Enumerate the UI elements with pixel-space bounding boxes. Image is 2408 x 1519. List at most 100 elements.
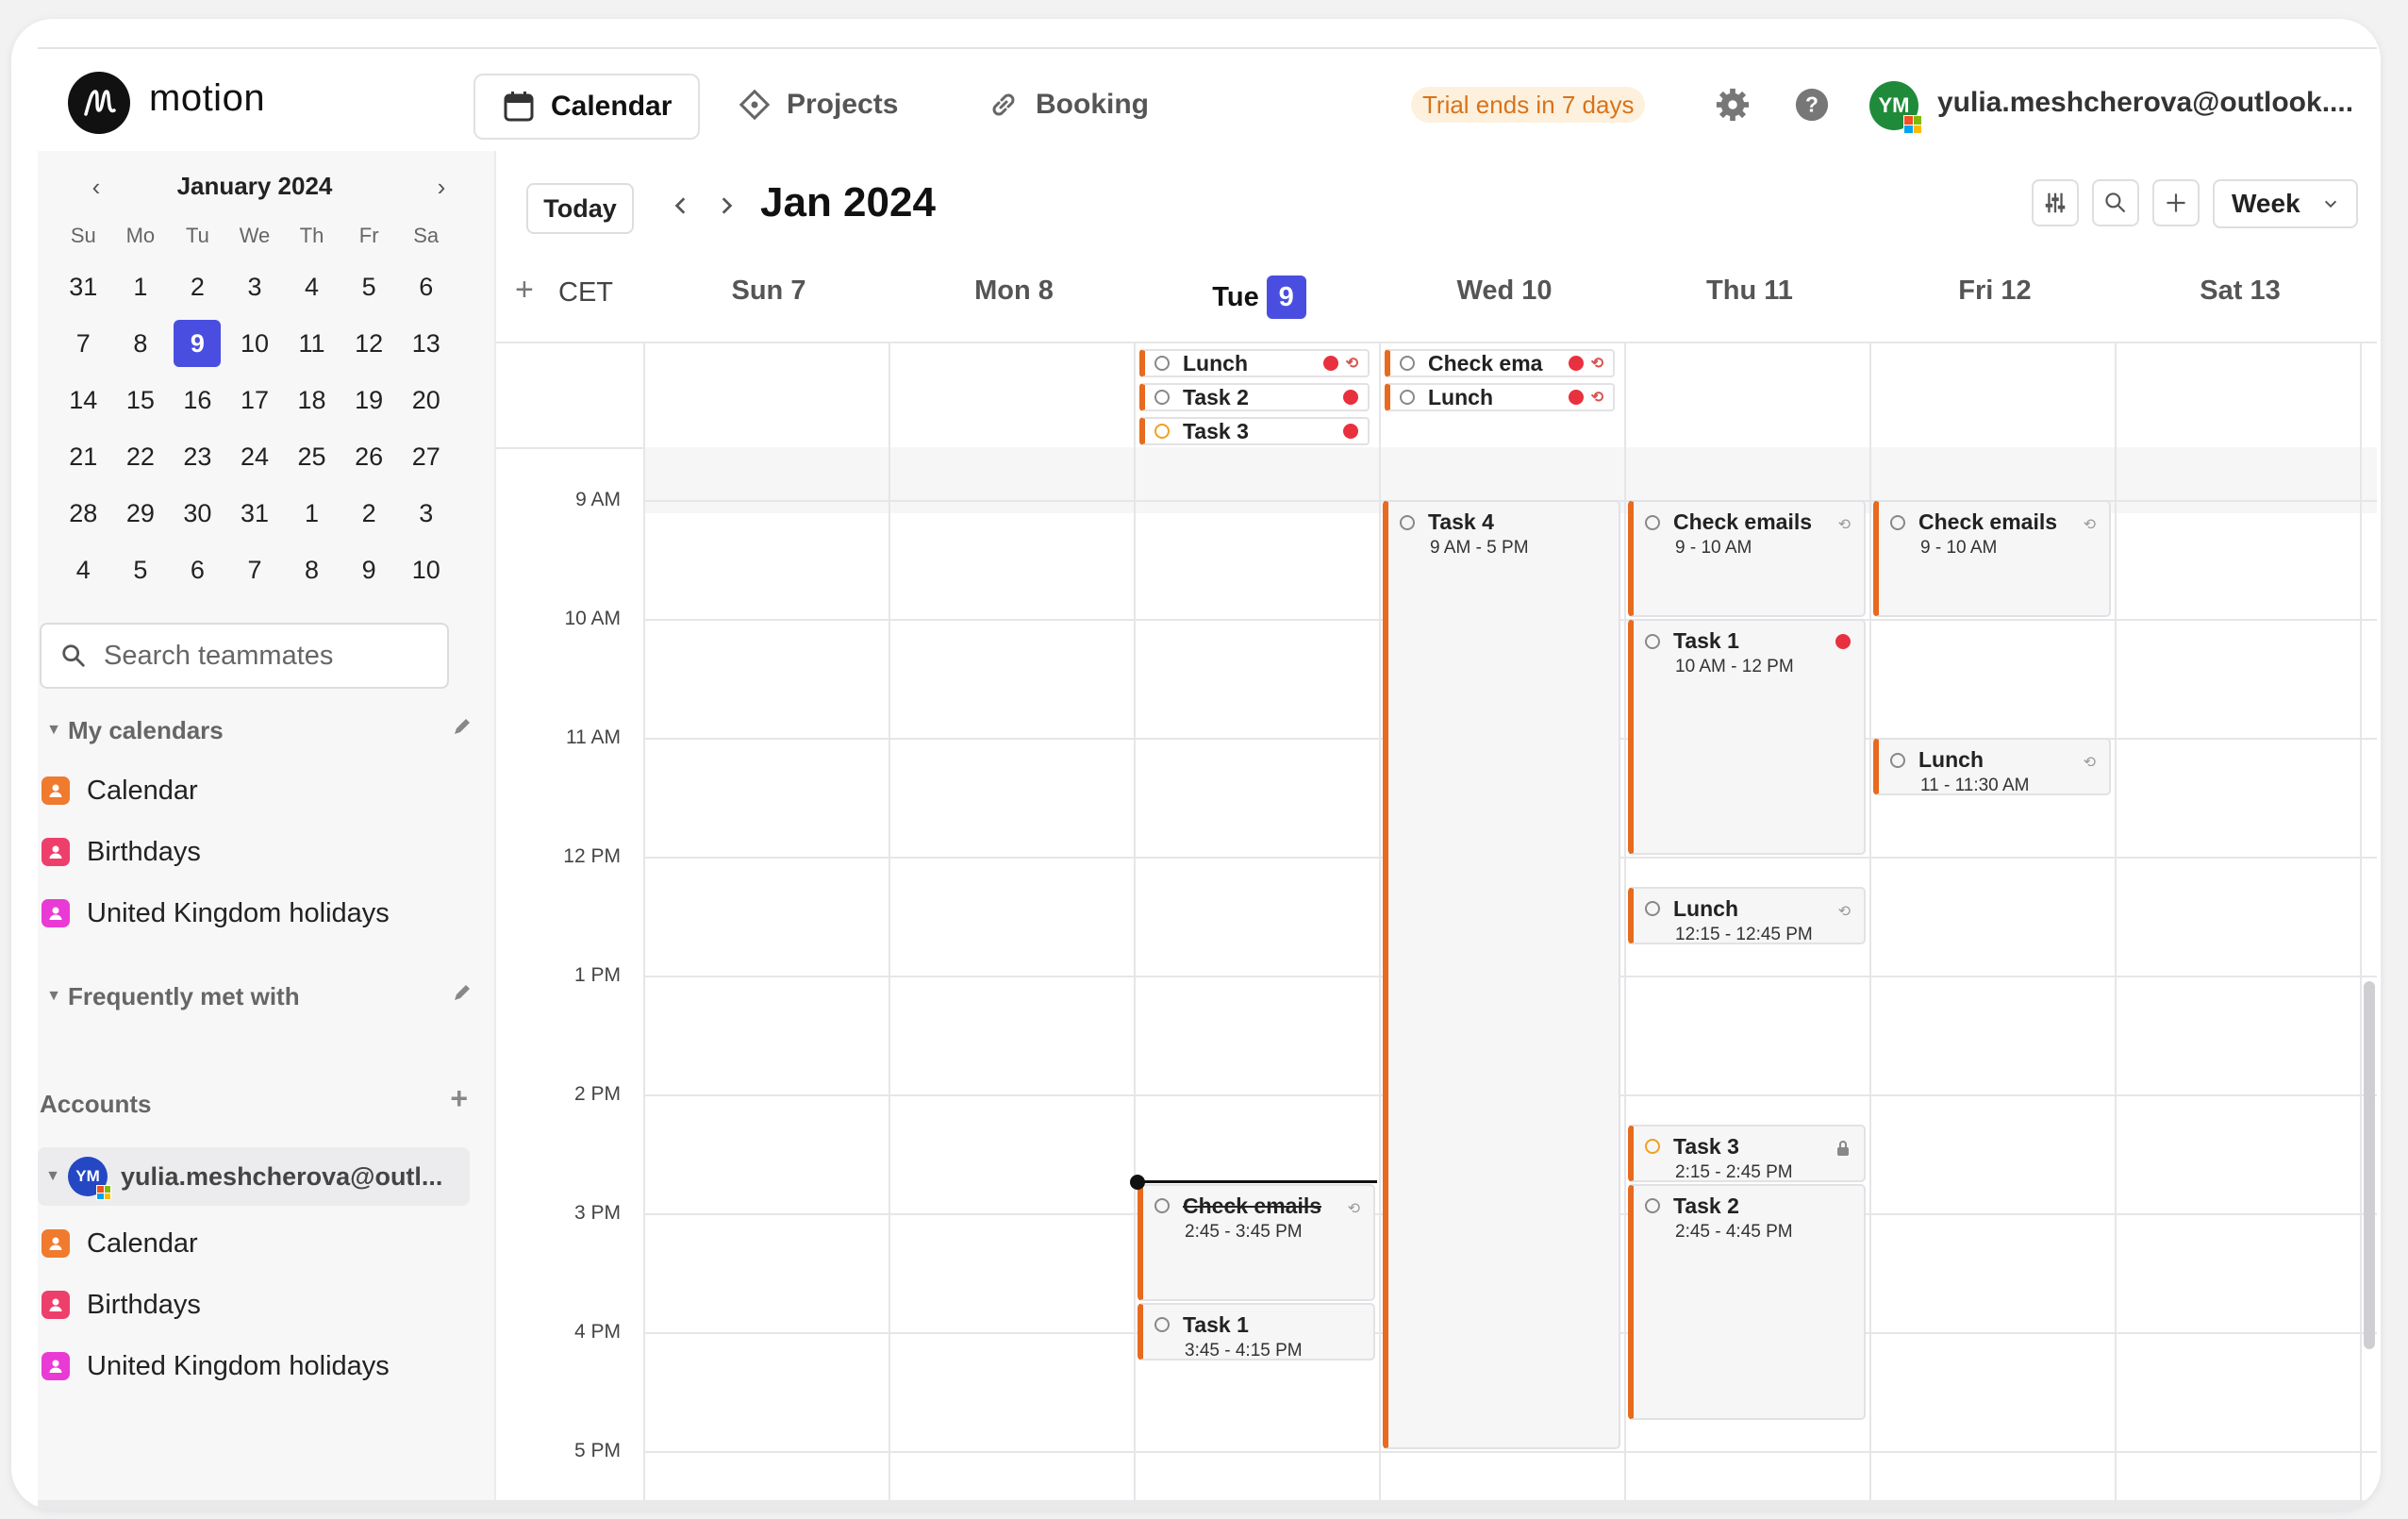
day-header[interactable]: Tue 9 <box>1136 275 1383 319</box>
mini-day[interactable]: 11 <box>283 319 340 368</box>
task-status-circle-icon[interactable] <box>1645 633 1660 649</box>
search-teammates-input[interactable] <box>102 639 426 673</box>
mini-day[interactable]: 19 <box>340 376 398 425</box>
task-status-circle-icon[interactable] <box>1154 424 1170 439</box>
mini-day[interactable]: 24 <box>226 432 284 481</box>
mini-day[interactable]: 21 <box>55 432 112 481</box>
trial-badge[interactable]: Trial ends in 7 days <box>1411 87 1646 123</box>
user-email[interactable]: yulia.meshcherova@outlook.... <box>1937 87 2353 119</box>
task-status-circle-icon[interactable] <box>1154 390 1170 405</box>
day-header[interactable]: Sun 7 <box>645 275 892 307</box>
user-avatar[interactable]: YM <box>1869 81 1922 134</box>
mini-day[interactable]: 8 <box>112 319 170 368</box>
mini-day[interactable]: 5 <box>340 262 398 311</box>
calendar-event[interactable]: Task 3 2:15 - 2:45 PM <box>1628 1124 1866 1182</box>
task-status-circle-icon[interactable] <box>1400 390 1415 405</box>
day-header[interactable]: Sat 13 <box>2117 275 2364 307</box>
mini-day[interactable]: 3 <box>226 262 284 311</box>
day-header[interactable]: Wed 10 <box>1381 275 1628 307</box>
calendar-item[interactable]: Calendar <box>42 1221 198 1266</box>
mini-day[interactable]: 12 <box>340 319 398 368</box>
calendar-event[interactable]: Task 2 2:45 - 4:45 PM <box>1628 1183 1866 1420</box>
filter-sliders-icon[interactable] <box>2032 179 2079 226</box>
next-week-chevron-icon[interactable] <box>709 189 743 223</box>
add-account-plus-icon[interactable]: + <box>450 1081 468 1116</box>
mini-day[interactable]: 4 <box>55 545 112 594</box>
task-status-circle-icon[interactable] <box>1645 514 1660 530</box>
task-status-circle-icon[interactable] <box>1154 1317 1170 1332</box>
mini-day[interactable]: 20 <box>397 376 455 425</box>
nav-calendar-button[interactable]: Calendar <box>473 74 701 140</box>
mini-day[interactable]: 27 <box>397 432 455 481</box>
calendar-item[interactable]: Birthdays <box>42 1282 201 1327</box>
all-day-event[interactable]: Task 2 <box>1139 383 1370 411</box>
calendar-event[interactable]: Check emails 9 - 10 AM ⟲ <box>1628 500 1866 617</box>
task-status-circle-icon[interactable] <box>1645 1198 1660 1213</box>
mini-day[interactable]: 31 <box>226 489 284 538</box>
mini-day[interactable]: 7 <box>55 319 112 368</box>
calendar-event[interactable]: Check emails 2:45 - 3:45 PM ⟲ <box>1138 1183 1375 1301</box>
mini-day[interactable]: 30 <box>169 489 226 538</box>
search-teammates-field[interactable] <box>40 623 449 689</box>
account-row[interactable]: ▼ YM yulia.meshcherova@outl... <box>38 1147 470 1206</box>
mini-day[interactable]: 10 <box>226 319 284 368</box>
calendar-event[interactable]: Task 1 10 AM - 12 PM <box>1628 619 1866 855</box>
all-day-event[interactable]: Check ema ⟲ <box>1385 349 1615 377</box>
task-status-circle-icon[interactable] <box>1400 356 1415 371</box>
vertical-scrollbar[interactable] <box>2364 981 2375 1349</box>
mini-day[interactable]: 9 <box>340 545 398 594</box>
mini-day[interactable]: 26 <box>340 432 398 481</box>
add-timezone-plus-icon[interactable]: + <box>515 272 534 309</box>
calendar-event[interactable]: Task 4 9 AM - 5 PM <box>1383 500 1620 1449</box>
frequently-met-header[interactable]: ▼ Frequently met with <box>40 977 473 1015</box>
mini-day[interactable]: 18 <box>283 376 340 425</box>
my-calendars-header[interactable]: ▼ My calendars <box>40 711 473 749</box>
calendar-item[interactable]: Calendar <box>42 768 198 813</box>
day-header[interactable]: Fri 12 <box>1871 275 2118 307</box>
mini-day[interactable]: 7 <box>226 545 284 594</box>
help-icon[interactable]: ? <box>1792 85 1832 125</box>
mini-day[interactable]: 1 <box>112 262 170 311</box>
mini-day[interactable]: 29 <box>112 489 170 538</box>
task-status-circle-icon[interactable] <box>1154 356 1170 371</box>
mini-day[interactable]: 17 <box>226 376 284 425</box>
task-status-circle-icon[interactable] <box>1890 752 1905 768</box>
calendar-event[interactable]: Check emails 9 - 10 AM ⟲ <box>1873 500 2111 617</box>
calendar-event[interactable]: Lunch 11 - 11:30 AM ⟲ <box>1873 738 2111 795</box>
mini-day[interactable]: 16 <box>169 376 226 425</box>
task-status-circle-icon[interactable] <box>1890 514 1905 530</box>
prev-week-chevron-icon[interactable] <box>664 189 698 223</box>
mini-day[interactable]: 4 <box>283 262 340 311</box>
mini-day[interactable]: 23 <box>169 432 226 481</box>
nav-booking-button[interactable]: Booking <box>987 74 1149 136</box>
day-header[interactable]: Mon 8 <box>890 275 1138 307</box>
mini-next-chevron-icon[interactable]: › <box>426 172 457 202</box>
mini-day[interactable]: 3 <box>397 489 455 538</box>
all-day-event[interactable]: Task 3 <box>1139 417 1370 445</box>
calendar-event[interactable]: Lunch 12:15 - 12:45 PM ⟲ <box>1628 886 1866 944</box>
mini-day[interactable]: 2 <box>169 262 226 311</box>
mini-day[interactable]: 13 <box>397 319 455 368</box>
mini-day[interactable]: 2 <box>340 489 398 538</box>
task-status-circle-icon[interactable] <box>1645 1139 1660 1154</box>
mini-day[interactable]: 10 <box>397 545 455 594</box>
all-day-event[interactable]: Lunch ⟲ <box>1385 383 1615 411</box>
settings-gear-icon[interactable] <box>1713 85 1752 125</box>
add-event-plus-icon[interactable] <box>2152 179 2200 226</box>
calendar-item[interactable]: United Kingdom holidays <box>42 1344 390 1389</box>
task-status-circle-icon[interactable] <box>1400 514 1415 530</box>
nav-projects-button[interactable]: Projects <box>738 74 898 136</box>
mini-day[interactable]: 1 <box>283 489 340 538</box>
mini-day[interactable]: 8 <box>283 545 340 594</box>
calendar-item[interactable]: United Kingdom holidays <box>42 891 390 936</box>
day-header[interactable]: Thu 11 <box>1626 275 1873 307</box>
mini-day[interactable]: 6 <box>169 545 226 594</box>
mini-day[interactable]: 15 <box>112 376 170 425</box>
mini-day[interactable]: 25 <box>283 432 340 481</box>
mini-day-selected[interactable]: 9 <box>169 319 226 368</box>
task-status-circle-icon[interactable] <box>1645 901 1660 916</box>
calendar-event[interactable]: Task 1 3:45 - 4:15 PM <box>1138 1302 1375 1360</box>
mini-day[interactable]: 5 <box>112 545 170 594</box>
today-button[interactable]: Today <box>526 183 634 234</box>
mini-day[interactable]: 31 <box>55 262 112 311</box>
